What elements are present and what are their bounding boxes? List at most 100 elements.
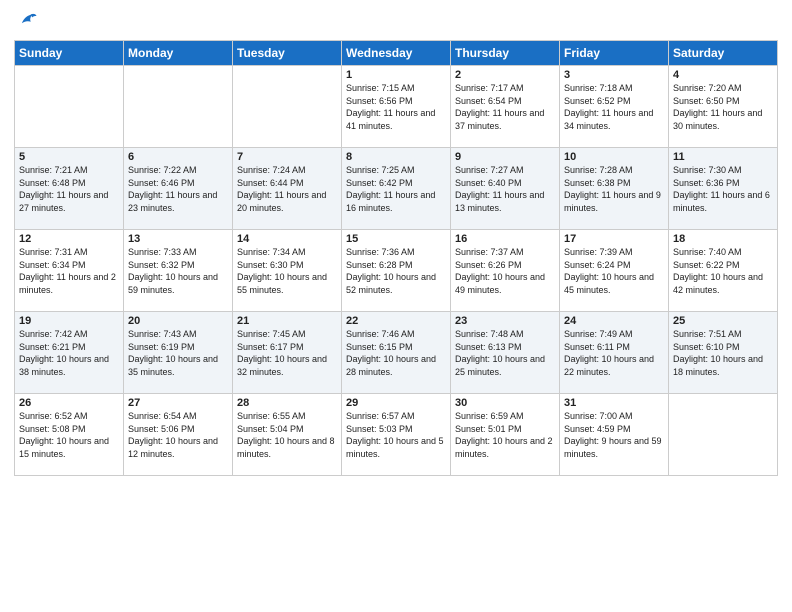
calendar-week-4: 19Sunrise: 7:42 AMSunset: 6:21 PMDayligh…	[15, 312, 778, 394]
day-number: 13	[128, 233, 228, 245]
calendar-cell: 11Sunrise: 7:30 AMSunset: 6:36 PMDayligh…	[669, 148, 778, 230]
day-info: Sunrise: 7:31 AMSunset: 6:34 PMDaylight:…	[19, 246, 119, 296]
calendar-cell: 5Sunrise: 7:21 AMSunset: 6:48 PMDaylight…	[15, 148, 124, 230]
day-info: Sunrise: 6:57 AMSunset: 5:03 PMDaylight:…	[346, 410, 446, 460]
calendar-cell	[233, 66, 342, 148]
day-info: Sunrise: 7:34 AMSunset: 6:30 PMDaylight:…	[237, 246, 337, 296]
day-number: 3	[564, 69, 664, 81]
logo	[14, 10, 38, 32]
calendar-cell: 13Sunrise: 7:33 AMSunset: 6:32 PMDayligh…	[124, 230, 233, 312]
day-info: Sunrise: 7:39 AMSunset: 6:24 PMDaylight:…	[564, 246, 664, 296]
day-number: 14	[237, 233, 337, 245]
day-info: Sunrise: 7:25 AMSunset: 6:42 PMDaylight:…	[346, 164, 446, 214]
calendar-header-wednesday: Wednesday	[342, 41, 451, 66]
day-number: 8	[346, 151, 446, 163]
calendar-cell: 27Sunrise: 6:54 AMSunset: 5:06 PMDayligh…	[124, 394, 233, 476]
calendar-header-tuesday: Tuesday	[233, 41, 342, 66]
calendar-cell: 23Sunrise: 7:48 AMSunset: 6:13 PMDayligh…	[451, 312, 560, 394]
calendar-week-2: 5Sunrise: 7:21 AMSunset: 6:48 PMDaylight…	[15, 148, 778, 230]
day-number: 10	[564, 151, 664, 163]
day-number: 31	[564, 397, 664, 409]
day-number: 25	[673, 315, 773, 327]
day-info: Sunrise: 6:52 AMSunset: 5:08 PMDaylight:…	[19, 410, 119, 460]
day-info: Sunrise: 7:22 AMSunset: 6:46 PMDaylight:…	[128, 164, 228, 214]
calendar-cell: 1Sunrise: 7:15 AMSunset: 6:56 PMDaylight…	[342, 66, 451, 148]
day-info: Sunrise: 7:40 AMSunset: 6:22 PMDaylight:…	[673, 246, 773, 296]
calendar-cell: 25Sunrise: 7:51 AMSunset: 6:10 PMDayligh…	[669, 312, 778, 394]
calendar-header-monday: Monday	[124, 41, 233, 66]
day-info: Sunrise: 7:43 AMSunset: 6:19 PMDaylight:…	[128, 328, 228, 378]
calendar-week-5: 26Sunrise: 6:52 AMSunset: 5:08 PMDayligh…	[15, 394, 778, 476]
calendar-cell: 16Sunrise: 7:37 AMSunset: 6:26 PMDayligh…	[451, 230, 560, 312]
calendar-header-thursday: Thursday	[451, 41, 560, 66]
day-number: 24	[564, 315, 664, 327]
day-number: 5	[19, 151, 119, 163]
calendar-cell: 21Sunrise: 7:45 AMSunset: 6:17 PMDayligh…	[233, 312, 342, 394]
calendar-cell: 3Sunrise: 7:18 AMSunset: 6:52 PMDaylight…	[560, 66, 669, 148]
day-number: 29	[346, 397, 446, 409]
day-number: 21	[237, 315, 337, 327]
day-number: 26	[19, 397, 119, 409]
day-info: Sunrise: 7:33 AMSunset: 6:32 PMDaylight:…	[128, 246, 228, 296]
day-info: Sunrise: 7:48 AMSunset: 6:13 PMDaylight:…	[455, 328, 555, 378]
calendar-cell: 6Sunrise: 7:22 AMSunset: 6:46 PMDaylight…	[124, 148, 233, 230]
day-info: Sunrise: 7:36 AMSunset: 6:28 PMDaylight:…	[346, 246, 446, 296]
calendar-cell: 22Sunrise: 7:46 AMSunset: 6:15 PMDayligh…	[342, 312, 451, 394]
day-info: Sunrise: 6:59 AMSunset: 5:01 PMDaylight:…	[455, 410, 555, 460]
calendar-header-friday: Friday	[560, 41, 669, 66]
calendar-cell: 9Sunrise: 7:27 AMSunset: 6:40 PMDaylight…	[451, 148, 560, 230]
day-number: 22	[346, 315, 446, 327]
calendar-cell	[15, 66, 124, 148]
calendar-header-row: SundayMondayTuesdayWednesdayThursdayFrid…	[15, 41, 778, 66]
day-info: Sunrise: 7:21 AMSunset: 6:48 PMDaylight:…	[19, 164, 119, 214]
day-info: Sunrise: 7:27 AMSunset: 6:40 PMDaylight:…	[455, 164, 555, 214]
day-info: Sunrise: 7:46 AMSunset: 6:15 PMDaylight:…	[346, 328, 446, 378]
day-number: 12	[19, 233, 119, 245]
calendar-cell: 2Sunrise: 7:17 AMSunset: 6:54 PMDaylight…	[451, 66, 560, 148]
day-info: Sunrise: 7:17 AMSunset: 6:54 PMDaylight:…	[455, 82, 555, 132]
day-number: 9	[455, 151, 555, 163]
day-number: 4	[673, 69, 773, 81]
calendar-cell: 24Sunrise: 7:49 AMSunset: 6:11 PMDayligh…	[560, 312, 669, 394]
calendar-cell: 14Sunrise: 7:34 AMSunset: 6:30 PMDayligh…	[233, 230, 342, 312]
day-number: 28	[237, 397, 337, 409]
calendar-table: SundayMondayTuesdayWednesdayThursdayFrid…	[14, 40, 778, 476]
day-number: 11	[673, 151, 773, 163]
calendar-page: SundayMondayTuesdayWednesdayThursdayFrid…	[0, 0, 792, 612]
calendar-cell	[669, 394, 778, 476]
day-info: Sunrise: 7:00 AMSunset: 4:59 PMDaylight:…	[564, 410, 664, 460]
day-info: Sunrise: 7:18 AMSunset: 6:52 PMDaylight:…	[564, 82, 664, 132]
day-info: Sunrise: 7:24 AMSunset: 6:44 PMDaylight:…	[237, 164, 337, 214]
day-info: Sunrise: 7:28 AMSunset: 6:38 PMDaylight:…	[564, 164, 664, 214]
day-info: Sunrise: 7:51 AMSunset: 6:10 PMDaylight:…	[673, 328, 773, 378]
calendar-cell	[124, 66, 233, 148]
day-info: Sunrise: 6:54 AMSunset: 5:06 PMDaylight:…	[128, 410, 228, 460]
calendar-header-sunday: Sunday	[15, 41, 124, 66]
calendar-week-3: 12Sunrise: 7:31 AMSunset: 6:34 PMDayligh…	[15, 230, 778, 312]
day-number: 1	[346, 69, 446, 81]
logo-bird-icon	[16, 10, 38, 32]
calendar-cell: 28Sunrise: 6:55 AMSunset: 5:04 PMDayligh…	[233, 394, 342, 476]
calendar-week-1: 1Sunrise: 7:15 AMSunset: 6:56 PMDaylight…	[15, 66, 778, 148]
day-info: Sunrise: 7:49 AMSunset: 6:11 PMDaylight:…	[564, 328, 664, 378]
calendar-cell: 30Sunrise: 6:59 AMSunset: 5:01 PMDayligh…	[451, 394, 560, 476]
calendar-cell: 18Sunrise: 7:40 AMSunset: 6:22 PMDayligh…	[669, 230, 778, 312]
day-number: 6	[128, 151, 228, 163]
day-number: 27	[128, 397, 228, 409]
day-number: 30	[455, 397, 555, 409]
calendar-cell: 12Sunrise: 7:31 AMSunset: 6:34 PMDayligh…	[15, 230, 124, 312]
calendar-cell: 26Sunrise: 6:52 AMSunset: 5:08 PMDayligh…	[15, 394, 124, 476]
calendar-cell: 8Sunrise: 7:25 AMSunset: 6:42 PMDaylight…	[342, 148, 451, 230]
day-number: 17	[564, 233, 664, 245]
day-info: Sunrise: 6:55 AMSunset: 5:04 PMDaylight:…	[237, 410, 337, 460]
day-number: 19	[19, 315, 119, 327]
day-number: 7	[237, 151, 337, 163]
calendar-cell: 7Sunrise: 7:24 AMSunset: 6:44 PMDaylight…	[233, 148, 342, 230]
calendar-cell: 10Sunrise: 7:28 AMSunset: 6:38 PMDayligh…	[560, 148, 669, 230]
calendar-cell: 19Sunrise: 7:42 AMSunset: 6:21 PMDayligh…	[15, 312, 124, 394]
calendar-cell: 20Sunrise: 7:43 AMSunset: 6:19 PMDayligh…	[124, 312, 233, 394]
day-number: 15	[346, 233, 446, 245]
calendar-cell: 17Sunrise: 7:39 AMSunset: 6:24 PMDayligh…	[560, 230, 669, 312]
day-info: Sunrise: 7:30 AMSunset: 6:36 PMDaylight:…	[673, 164, 773, 214]
calendar-cell: 31Sunrise: 7:00 AMSunset: 4:59 PMDayligh…	[560, 394, 669, 476]
